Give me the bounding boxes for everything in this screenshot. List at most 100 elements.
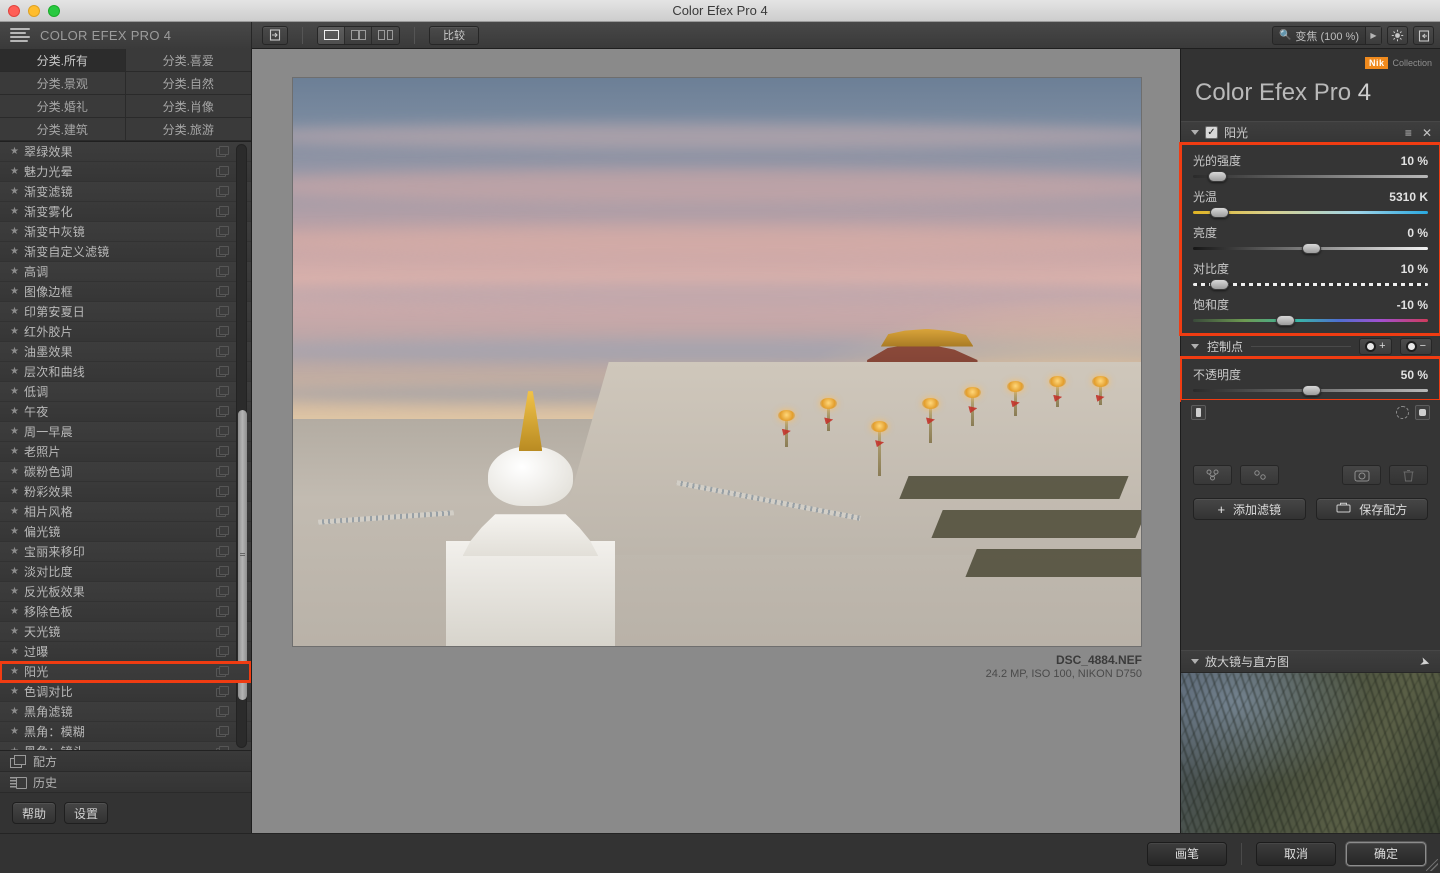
compare-button[interactable]: 比较: [429, 25, 479, 45]
view-mode-single[interactable]: [318, 26, 345, 44]
light-temperature-slider-track[interactable]: [1193, 207, 1428, 218]
category-nature[interactable]: 分类.自然: [125, 72, 251, 95]
filter-list-item[interactable]: ★ 老照片: [0, 442, 251, 462]
fullscreen-icon[interactable]: [1413, 26, 1434, 45]
copy-layers-icon[interactable]: [216, 246, 229, 257]
copy-layers-icon[interactable]: [216, 146, 229, 157]
filter-list-item[interactable]: ★ 午夜: [0, 402, 251, 422]
filter-list-item[interactable]: ★ 阳光: [0, 661, 251, 683]
filter-list-item[interactable]: ★ 色调对比: [0, 682, 251, 702]
copy-layers-icon[interactable]: [216, 686, 229, 697]
star-icon[interactable]: ★: [10, 246, 24, 257]
star-icon[interactable]: ★: [10, 306, 24, 317]
close-icon[interactable]: ✕: [1422, 126, 1432, 140]
filter-list-item[interactable]: ★ 魅力光晕: [0, 162, 251, 182]
copy-layers-icon[interactable]: [216, 586, 229, 597]
hamburger-icon[interactable]: [10, 28, 30, 42]
star-icon[interactable]: ★: [10, 206, 24, 217]
filter-list-item[interactable]: ★ 黑角：模糊: [0, 722, 251, 742]
triangle-down-icon[interactable]: [1191, 130, 1199, 135]
copy-layers-icon[interactable]: [216, 606, 229, 617]
copy-layers-icon[interactable]: [216, 486, 229, 497]
filter-list-item[interactable]: ★ 层次和曲线: [0, 362, 251, 382]
copy-layers-icon[interactable]: [216, 626, 229, 637]
filter-list-item[interactable]: ★ 高调: [0, 262, 251, 282]
list-menu-icon[interactable]: ≡: [1405, 126, 1412, 140]
contrast-slider-knob[interactable]: [1209, 279, 1229, 290]
copy-layers-icon[interactable]: [216, 446, 229, 457]
category-architecture[interactable]: 分类.建筑: [0, 118, 126, 141]
filter-list-item[interactable]: ★ 淡对比度: [0, 562, 251, 582]
star-icon[interactable]: ★: [10, 506, 24, 517]
filter-list-item[interactable]: ★ 红外胶片: [0, 322, 251, 342]
filter-list-item[interactable]: ★ 渐变自定义滤镜: [0, 242, 251, 262]
opacity-slider-track[interactable]: [1193, 385, 1428, 396]
light-intensity-slider-knob[interactable]: [1207, 171, 1227, 182]
resize-grip-icon[interactable]: [1426, 859, 1438, 871]
category-travel[interactable]: 分类.旅游: [125, 118, 251, 141]
filter-list-item[interactable]: ★ 翠绿效果: [0, 142, 251, 162]
star-icon[interactable]: ★: [10, 186, 24, 197]
star-icon[interactable]: ★: [10, 706, 24, 717]
recipes-row[interactable]: 配方: [0, 751, 251, 772]
star-icon[interactable]: ★: [10, 686, 24, 697]
filter-list-item[interactable]: ★ 低调: [0, 382, 251, 402]
copy-layers-icon[interactable]: [216, 306, 229, 317]
star-icon[interactable]: ★: [10, 626, 24, 637]
filter-list-item[interactable]: ★ 移除色板: [0, 602, 251, 622]
filter-list-item[interactable]: ★ 周一早晨: [0, 422, 251, 442]
star-icon[interactable]: ★: [10, 326, 24, 337]
filter-list-item[interactable]: ★黑角：镜头: [0, 742, 251, 750]
star-icon[interactable]: ★: [10, 366, 24, 377]
category-favorites[interactable]: 分类.喜爱: [125, 49, 251, 72]
saturation-slider-track[interactable]: [1193, 315, 1428, 326]
settings-button[interactable]: 设置: [64, 802, 109, 824]
copy-layers-icon[interactable]: [216, 546, 229, 557]
control-points-triangle-icon[interactable]: [1191, 343, 1199, 349]
image-canvas-area[interactable]: DSC_4884.NEF 24.2 MP, ISO 100, NIKON D75…: [252, 49, 1180, 833]
chevron-right-icon[interactable]: ▶: [1365, 27, 1381, 44]
copy-layers-icon[interactable]: [216, 166, 229, 177]
save-recipe-button[interactable]: 保存配方: [1315, 498, 1428, 520]
filter-list-scrollbar[interactable]: [236, 144, 247, 748]
star-icon[interactable]: ★: [10, 226, 24, 237]
brush-button[interactable]: 画笔: [1147, 841, 1227, 866]
help-button[interactable]: 帮助: [12, 802, 57, 824]
star-icon[interactable]: ★: [10, 646, 24, 657]
group-toggle-icon[interactable]: [1191, 404, 1206, 420]
copy-layers-icon[interactable]: [216, 346, 229, 357]
copy-layers-icon[interactable]: [216, 566, 229, 577]
brightness-slider-track[interactable]: [1193, 243, 1428, 254]
star-icon[interactable]: ★: [10, 606, 24, 617]
copy-layers-icon[interactable]: [216, 646, 229, 657]
star-icon[interactable]: ★: [10, 346, 24, 357]
history-row[interactable]: 历史: [0, 772, 251, 793]
copy-layers-icon[interactable]: [216, 366, 229, 377]
merge-icon[interactable]: [1193, 465, 1232, 485]
filter-list-item[interactable]: ★ 过曝: [0, 642, 251, 662]
brightness-icon[interactable]: [1387, 26, 1408, 45]
dashed-circle-icon[interactable]: [1396, 405, 1409, 419]
copy-layers-icon[interactable]: [216, 326, 229, 337]
control-point-remove-icon[interactable]: −: [1399, 337, 1432, 355]
copy-layers-icon[interactable]: [216, 386, 229, 397]
copy-layers-icon[interactable]: [216, 226, 229, 237]
filter-list-item[interactable]: ★ 偏光镜: [0, 522, 251, 542]
filter-list-item[interactable]: ★ 天光镜: [0, 622, 251, 642]
copy-layers-icon[interactable]: [216, 286, 229, 297]
star-icon[interactable]: ★: [10, 166, 24, 177]
opacity-slider-knob[interactable]: [1301, 385, 1321, 396]
loupe-preview[interactable]: [1181, 673, 1440, 833]
copy-layers-icon[interactable]: [216, 186, 229, 197]
star-icon[interactable]: ★: [10, 266, 24, 277]
star-icon[interactable]: ★: [10, 386, 24, 397]
light-temperature-slider-knob[interactable]: [1209, 207, 1229, 218]
saturation-slider-knob[interactable]: [1275, 315, 1295, 326]
category-landscape[interactable]: 分类.景观: [0, 72, 126, 95]
copy-layers-icon[interactable]: [216, 466, 229, 477]
preview-square-icon[interactable]: [1415, 404, 1430, 420]
copy-layers-icon[interactable]: [216, 706, 229, 717]
ok-button[interactable]: 确定: [1346, 841, 1426, 866]
filter-list-item[interactable]: ★ 渐变滤镜: [0, 182, 251, 202]
copy-layers-icon[interactable]: [216, 726, 229, 737]
